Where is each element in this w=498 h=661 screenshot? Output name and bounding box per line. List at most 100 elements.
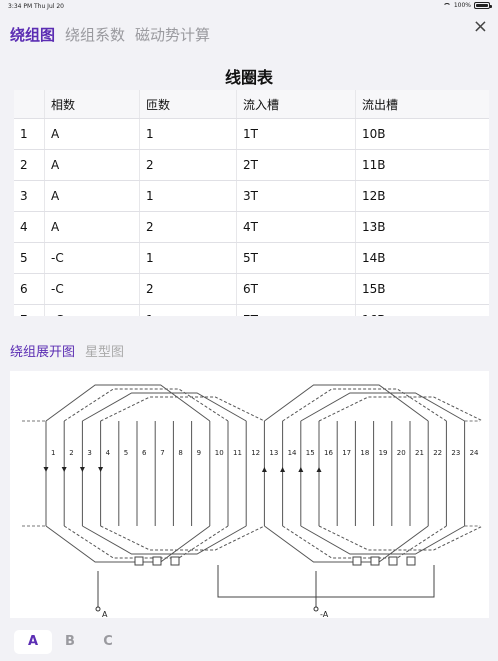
coil-table-title: 线圈表 (224, 68, 273, 87)
slot-label: 14 (288, 449, 297, 457)
coil-outline (63, 388, 229, 559)
cell-index: 2 (14, 149, 45, 181)
tab-winding-factor[interactable]: 绕组系数 (65, 24, 125, 45)
table-row[interactable]: 2 A 2 2T 11B (14, 149, 489, 181)
cell-index: 4 (14, 211, 45, 243)
phase-selector: A B C (0, 620, 498, 661)
status-date: Thu Jul 20 (34, 3, 64, 10)
header-outflow-slot: 流出槽 (355, 90, 489, 119)
cell-turns: 2 (139, 149, 237, 181)
cell-phase: -C (44, 242, 140, 274)
coil-outline (45, 384, 211, 563)
cell-phase: -C (44, 304, 140, 316)
cell-turns: 1 (139, 304, 237, 316)
coil-outline (264, 384, 429, 563)
slot-label: 4 (106, 449, 111, 457)
table-header-row: 相数 匝数 流入槽 流出槽 (14, 90, 489, 119)
slot-label: 7 (160, 449, 164, 457)
status-time: 3:34 PM (8, 3, 33, 10)
connection-box (170, 556, 180, 566)
connection-box (352, 556, 362, 566)
cell-index: 7 (14, 304, 45, 316)
cell-inflow: 4T (236, 211, 356, 243)
slot-label: 20 (397, 449, 406, 457)
arrow-up-icon (316, 467, 322, 472)
terminal-neg-a-label: -A (320, 610, 329, 618)
terminal-a-icon (95, 606, 101, 612)
slot-label: 8 (178, 449, 182, 457)
cell-phase: A (44, 211, 140, 243)
slot-label: 22 (433, 449, 442, 457)
cell-phase: -C (44, 273, 140, 305)
cell-inflow: 2T (236, 149, 356, 181)
slot-label: 24 (470, 449, 479, 457)
cell-phase: A (44, 180, 140, 212)
slot-label: 10 (215, 449, 224, 457)
slot-label: 3 (87, 449, 91, 457)
slot-label: 19 (379, 449, 388, 457)
slot-label: 12 (251, 449, 260, 457)
phase-tab-b[interactable]: B (51, 630, 89, 654)
slot-label: 11 (233, 449, 242, 457)
table-row[interactable]: 1 A 1 1T 10B (14, 118, 489, 150)
arrow-down-icon (79, 467, 85, 472)
header-index (14, 90, 45, 119)
phase-tab-a[interactable]: A (14, 630, 52, 654)
slot-label: 2 (69, 449, 73, 457)
cell-outflow: 12B (355, 180, 489, 212)
table-row[interactable]: 7 -C 1 7T 16B (14, 304, 489, 316)
table-row[interactable]: 3 A 1 3T 12B (14, 180, 489, 212)
table-row[interactable]: 5 -C 1 5T 14B (14, 242, 489, 274)
battery-percent: 100% (453, 2, 471, 9)
connection-box (134, 556, 144, 566)
connection-box (406, 556, 416, 566)
arrow-up-icon (298, 467, 304, 472)
slot-label: 13 (269, 449, 278, 457)
coil-table[interactable]: 相数 匝数 流入槽 流出槽 1 A 1 1T 10B 2 A 2 2T 11B (14, 90, 489, 316)
cell-turns: 1 (139, 242, 237, 274)
cell-turns: 2 (139, 211, 237, 243)
tab-winding-diagram[interactable]: 绕组图 (10, 24, 55, 45)
slot-label: 5 (124, 449, 128, 457)
terminal-neg-a-icon (313, 606, 319, 612)
cell-index: 1 (14, 118, 45, 150)
slot-label: 1 (51, 449, 55, 457)
coil-outline (282, 388, 447, 559)
table-row[interactable]: 4 A 2 4T 13B (14, 211, 489, 243)
cell-phase: A (44, 149, 140, 181)
tab-winding-expansion[interactable]: 绕组展开图 (10, 341, 75, 360)
arrow-up-icon (280, 467, 286, 472)
header-turns: 匝数 (139, 90, 237, 119)
top-tabs: 绕组图 绕组系数 磁动势计算 (10, 24, 210, 45)
cell-index: 6 (14, 273, 45, 305)
winding-diagram: 1 2 3 4 5 6 7 8 9 10 11 12 13 14 15 16 17 18 19 20 21 22 23 24 A… (10, 371, 489, 619)
cell-turns: 1 (139, 118, 237, 150)
slot-label: 6 (142, 449, 147, 457)
inter-group-wire (217, 565, 435, 598)
cell-inflow: 3T (236, 180, 356, 212)
cell-outflow: 13B (355, 211, 489, 243)
status-bar: 3:34 PM Thu Jul 20 100% (0, 0, 498, 12)
coil-outline (100, 396, 265, 551)
tab-mmf-calc[interactable]: 磁动势计算 (135, 24, 210, 45)
cell-outflow: 15B (355, 273, 489, 305)
phase-tab-c[interactable]: C (89, 630, 127, 654)
slot-label: 15 (306, 449, 315, 457)
slot-label: 16 (324, 449, 333, 457)
connection-box (370, 556, 380, 566)
slot-label: 9 (197, 449, 201, 457)
cell-outflow: 14B (355, 242, 489, 274)
arrow-down-icon (61, 467, 67, 472)
table-row[interactable]: 6 -C 2 6T 15B (14, 273, 489, 305)
cell-outflow: 10B (355, 118, 489, 150)
cell-turns: 2 (139, 273, 237, 305)
wifi-icon (442, 2, 451, 9)
arrow-up-icon (261, 467, 267, 472)
close-icon[interactable]: × (473, 16, 488, 37)
cell-inflow: 6T (236, 273, 356, 305)
cell-index: 5 (14, 242, 45, 274)
arrow-down-icon (43, 467, 49, 472)
tab-star-diagram[interactable]: 星型图 (85, 341, 124, 360)
cell-outflow: 11B (355, 149, 489, 181)
cell-outflow: 16B (355, 304, 489, 316)
